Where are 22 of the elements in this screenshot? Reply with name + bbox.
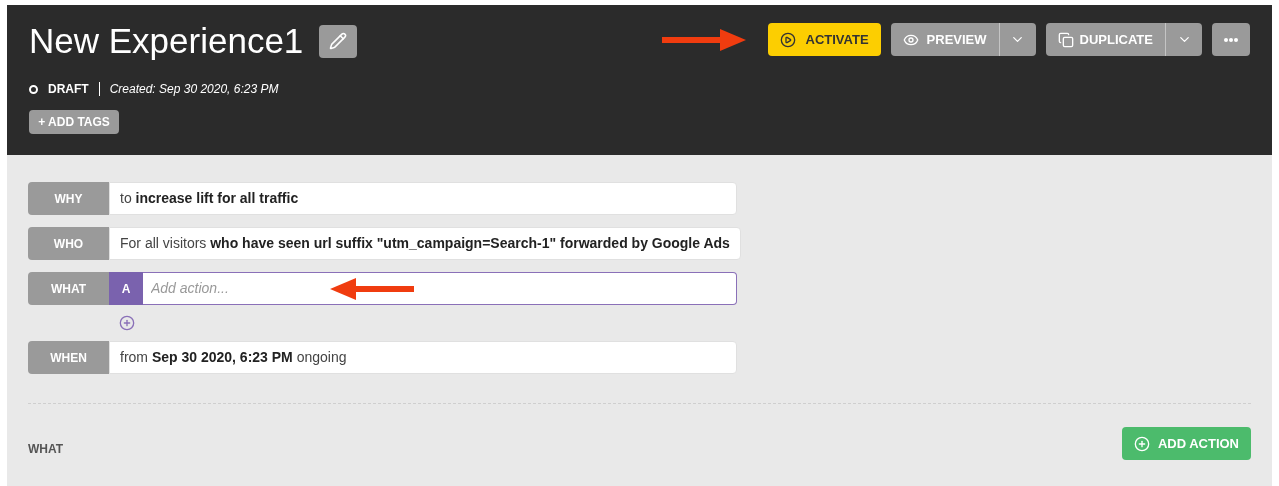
edit-button[interactable] (319, 24, 358, 58)
add-circle-icon[interactable] (119, 315, 135, 331)
status-text: DRAFT (48, 81, 89, 98)
action-input[interactable]: Add action... (143, 272, 737, 305)
experience-title: New Experience1 (29, 20, 304, 62)
activate-button[interactable]: ACTIVATE (767, 23, 881, 56)
annotation-arrow-icon (661, 27, 746, 53)
preview-dropdown-button[interactable] (999, 23, 1036, 56)
copy-icon (1057, 31, 1074, 48)
row-label: WHO (28, 227, 109, 260)
row-label: WHEN (28, 341, 109, 374)
pencil-icon (329, 32, 348, 50)
section-heading: WHAT (28, 440, 64, 458)
row-label: WHAT (28, 272, 109, 305)
row-value[interactable]: to increase lift for all traffic (120, 188, 299, 209)
action-badge: A (109, 272, 143, 305)
more-button[interactable] (1212, 23, 1250, 56)
plus-circle-icon (1133, 435, 1150, 452)
play-icon (779, 31, 796, 48)
created-date: Created: Sep 30 2020, 6:23 PM (109, 81, 279, 98)
more-icon (1224, 37, 1238, 42)
row-label: WHY (28, 182, 109, 215)
